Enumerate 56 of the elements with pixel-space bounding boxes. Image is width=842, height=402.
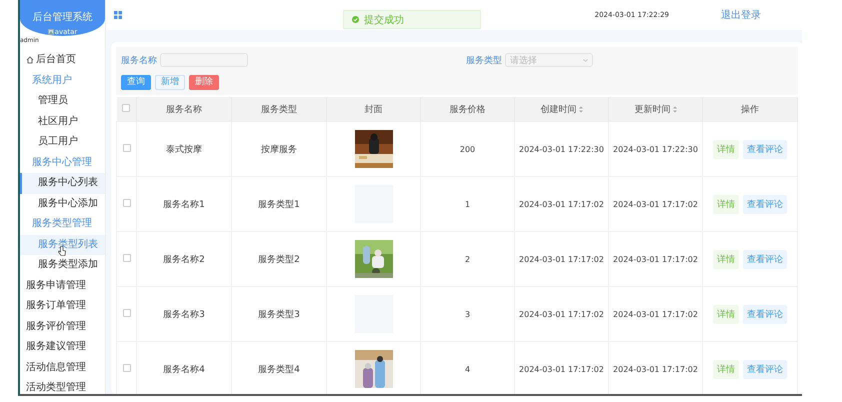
menu-item[interactable]: 服务类型添加	[20, 255, 105, 276]
checkbox[interactable]	[122, 104, 130, 112]
column-header[interactable]: 更新时间	[608, 97, 702, 122]
table-cell: 按摩服务	[232, 122, 326, 176]
checkbox[interactable]	[122, 144, 130, 152]
toast-message: 提交成功	[343, 10, 481, 29]
column-header[interactable]: 操作	[702, 97, 798, 122]
table-cell: 2024-03-01 17:17:02	[608, 176, 702, 232]
column-header[interactable]: 服务类型	[232, 97, 326, 122]
menu-item[interactable]: 服务中心添加	[20, 194, 105, 214]
column-header[interactable]: 创建时间	[514, 97, 608, 122]
table-cell: 泰式按摩	[136, 122, 232, 176]
menu-item[interactable]: 服务申请管理	[20, 276, 105, 296]
table-cell: 3	[420, 286, 514, 342]
menu-item[interactable]: 服务评价管理	[20, 316, 105, 337]
success-icon	[352, 16, 359, 23]
menu-item[interactable]: 服务中心列表	[20, 173, 105, 194]
checkbox[interactable]	[122, 254, 130, 262]
column-header[interactable]: 封面	[326, 97, 420, 122]
table-cell: 2024-03-01 17:17:02	[514, 176, 608, 232]
sort-icon[interactable]	[672, 106, 676, 112]
menu-item[interactable]: 社区用户	[20, 112, 105, 132]
sort-icon[interactable]	[578, 106, 582, 112]
table-cell: 2024-03-01 17:17:02	[514, 286, 608, 342]
menu-item[interactable]: 活动类型管理	[20, 378, 105, 394]
checkbox[interactable]	[122, 364, 130, 372]
table-cell: 服务名称2	[136, 232, 232, 286]
table-cell: 服务名称1	[136, 176, 232, 232]
table-cell: 200	[420, 122, 514, 176]
field-label: 服务名称	[121, 54, 157, 66]
menu-icon[interactable]	[114, 11, 122, 19]
menu-item[interactable]: 服务订单管理	[20, 296, 105, 316]
checkbox[interactable]	[122, 199, 130, 207]
table-cell: 1	[420, 176, 514, 232]
table-cell: 服务名称3	[136, 286, 232, 342]
table-cell: 服务类型3	[232, 286, 326, 342]
home-icon	[26, 56, 34, 64]
table-cell: 服务类型2	[232, 232, 326, 286]
table-cell: 2024-03-01 17:17:02	[514, 232, 608, 286]
menu-item[interactable]: 后台首页	[20, 50, 105, 70]
column-header[interactable]: 服务价格	[420, 97, 514, 122]
table-cell: 2	[420, 232, 514, 286]
menu-item[interactable]: 管理员	[20, 91, 105, 112]
app-title: 后台管理系统	[32, 10, 92, 24]
checkbox[interactable]	[122, 309, 130, 317]
table-cell: 2024-03-01 17:17:02	[608, 286, 702, 342]
table-cell: 2024-03-01 17:22:30	[514, 122, 608, 176]
column-header[interactable]: 服务名称	[136, 97, 232, 122]
menu-item[interactable]: 员工用户	[20, 132, 105, 152]
table-cell: 服务类型1	[232, 176, 326, 232]
menu-item[interactable]: 活动信息管理	[20, 358, 105, 378]
table-cell: 2024-03-01 17:17:02	[608, 232, 702, 286]
chevron-down-icon	[583, 58, 588, 62]
menu-item[interactable]: 服务建议管理	[20, 337, 105, 358]
table-cell: 2024-03-01 17:22:30	[608, 122, 702, 176]
field-label: 服务类型	[466, 54, 502, 66]
